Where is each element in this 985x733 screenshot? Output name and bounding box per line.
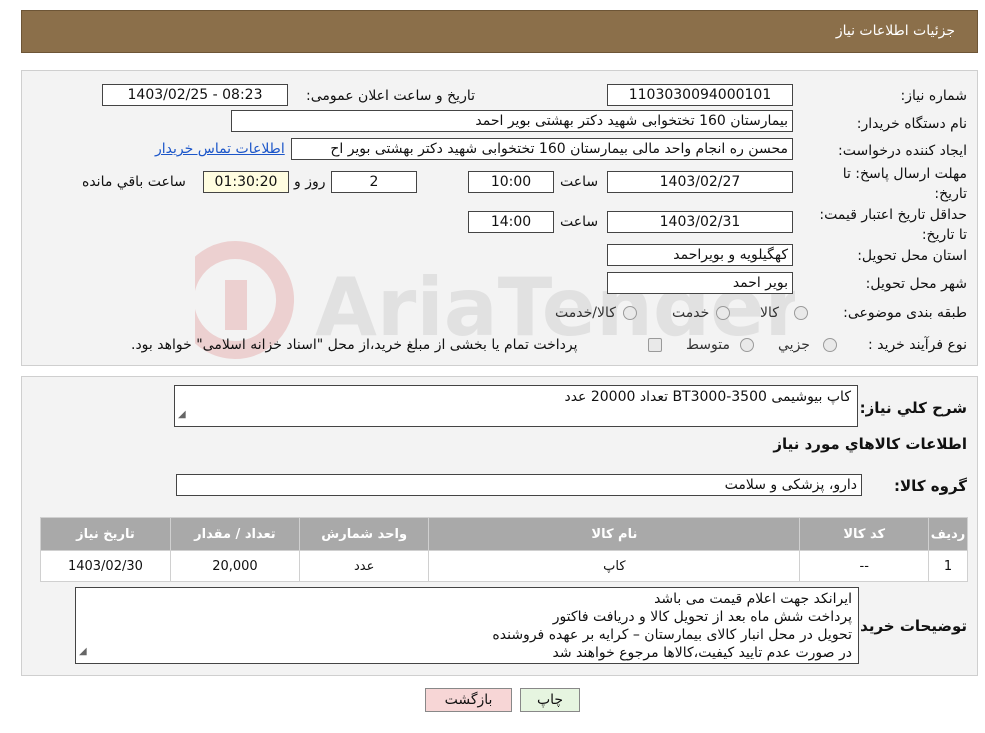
remaining-time-label: ساعت باقي مانده xyxy=(82,174,186,190)
description-label: شرح کلي نياز: xyxy=(859,399,967,417)
purchase-radio-minor[interactable] xyxy=(823,338,837,352)
page-header: جزئیات اطلاعات نیاز xyxy=(21,10,978,53)
deadline-label: مهلت ارسال پاسخ: تا تاریخ: xyxy=(842,166,967,202)
deadline-time-field: 10:00 xyxy=(468,171,554,193)
description-text: کاپ بیوشیمی BT3000-3500 تعداد 20000 عدد xyxy=(564,389,851,405)
table-row: 1 -- کاپ عدد 20,000 1403/02/30 xyxy=(40,550,968,582)
col-code: کد کالا xyxy=(799,517,930,551)
category-label: طبقه بندی موضوعی: xyxy=(843,305,967,321)
buyer-note-line: ایرانکد جهت اعلام قیمت می باشد xyxy=(654,591,852,607)
remaining-time-field: 01:30:20 xyxy=(203,171,289,193)
buyer-note-line: تحویل در محل انبار کالای بیمارستان – کرا… xyxy=(492,627,852,643)
category-option-goods: کالا xyxy=(760,305,779,321)
deadline-days-field: 2 xyxy=(331,171,417,193)
treasury-note: پرداخت تمام یا بخشی از مبلغ خرید،از محل … xyxy=(131,337,578,353)
buyer-org-label: نام دستگاه خریدار: xyxy=(856,116,967,132)
need-number-field: 1103030094000101 xyxy=(607,84,793,106)
purchase-option-medium: متوسط xyxy=(686,337,730,353)
cell-name: کاپ xyxy=(428,550,801,582)
col-qty: تعداد / مقدار xyxy=(169,517,301,551)
goods-table-header: رديف کد کالا نام کالا واحد شمارش تعداد /… xyxy=(40,517,968,551)
price-validity-label: حداقل تاریخ اعتبار قیمت: تا تاریخ: xyxy=(819,207,967,243)
price-validity-date-field: 1403/02/31 xyxy=(607,211,793,233)
province-field: کهگیلویه و بویراحمد xyxy=(607,244,793,266)
cell-unit: عدد xyxy=(299,550,430,582)
category-radio-goods-service[interactable] xyxy=(623,306,637,320)
cell-code: -- xyxy=(799,550,930,582)
resize-grip-icon[interactable]: ◢ xyxy=(178,406,186,424)
purchase-type-label: نوع فرآیند خرید : xyxy=(868,337,967,353)
category-radio-goods[interactable] xyxy=(794,306,808,320)
price-validity-time-field: 14:00 xyxy=(468,211,554,233)
col-row: رديف xyxy=(928,517,968,551)
goods-group-field: دارو، پزشکی و سلامت xyxy=(176,474,862,496)
buyer-note-line: در صورت عدم تایید کیفیت،کالاها مرجوع خوا… xyxy=(552,645,852,661)
goods-group-label: گروه کالا: xyxy=(894,477,967,495)
description-textarea: کاپ بیوشیمی BT3000-3500 تعداد 20000 عدد … xyxy=(174,385,858,427)
cell-row: 1 xyxy=(928,550,968,582)
buyer-org-field: بیمارستان 160 تختخوابی شهید دکتر بهشتی ب… xyxy=(231,110,793,132)
page-title: جزئیات اطلاعات نیاز xyxy=(835,23,955,39)
buyer-contact-link[interactable]: اطلاعات تماس خریدار xyxy=(155,141,285,157)
category-option-goods-service: کالا/خدمت xyxy=(555,305,616,321)
buyer-notes-textarea: ایرانکد جهت اعلام قیمت می باشد پرداخت شش… xyxy=(75,587,859,664)
purchase-radio-medium[interactable] xyxy=(740,338,754,352)
print-button[interactable]: چاپ xyxy=(520,688,580,712)
back-button[interactable]: بازگشت xyxy=(425,688,512,712)
deadline-time-label: ساعت xyxy=(560,174,599,190)
col-date: تاریخ نیاز xyxy=(40,517,171,551)
city-field: بویر احمد xyxy=(607,272,793,294)
category-option-service: خدمت xyxy=(672,305,710,321)
deadline-days-label: روز و xyxy=(294,174,326,190)
price-validity-time-label: ساعت xyxy=(560,214,599,230)
need-number-label: شماره نیاز: xyxy=(900,88,968,104)
announce-datetime-field: 1403/02/25 - 08:23 xyxy=(102,84,288,106)
treasury-checkbox[interactable] xyxy=(648,338,662,352)
goods-table: رديف کد کالا نام کالا واحد شمارش تعداد /… xyxy=(40,517,968,582)
buyer-note-line: پرداخت شش ماه بعد از تحویل کالا و دریافت… xyxy=(552,609,852,625)
category-radio-service[interactable] xyxy=(716,306,730,320)
goods-section-title: اطلاعات کالاهاي مورد نياز xyxy=(773,435,967,453)
col-unit: واحد شمارش xyxy=(299,517,430,551)
province-label: استان محل تحویل: xyxy=(857,248,967,264)
buyer-notes-label: توضیحات خریدار: xyxy=(840,617,967,635)
purchase-option-minor: جزیي xyxy=(778,337,810,353)
cell-qty: 20,000 xyxy=(169,550,301,582)
city-label: شهر محل تحویل: xyxy=(865,276,967,292)
requester-label: ایجاد کننده درخواست: xyxy=(838,143,967,159)
requester-field: محسن ره انجام واحد مالی بیمارستان 160 تخ… xyxy=(291,138,793,160)
resize-grip-icon[interactable]: ◢ xyxy=(79,643,87,661)
deadline-date-field: 1403/02/27 xyxy=(607,171,793,193)
col-name: نام کالا xyxy=(428,517,801,551)
announce-datetime-label: تاریخ و ساعت اعلان عمومی: xyxy=(306,88,475,104)
cell-date: 1403/02/30 xyxy=(40,550,171,582)
